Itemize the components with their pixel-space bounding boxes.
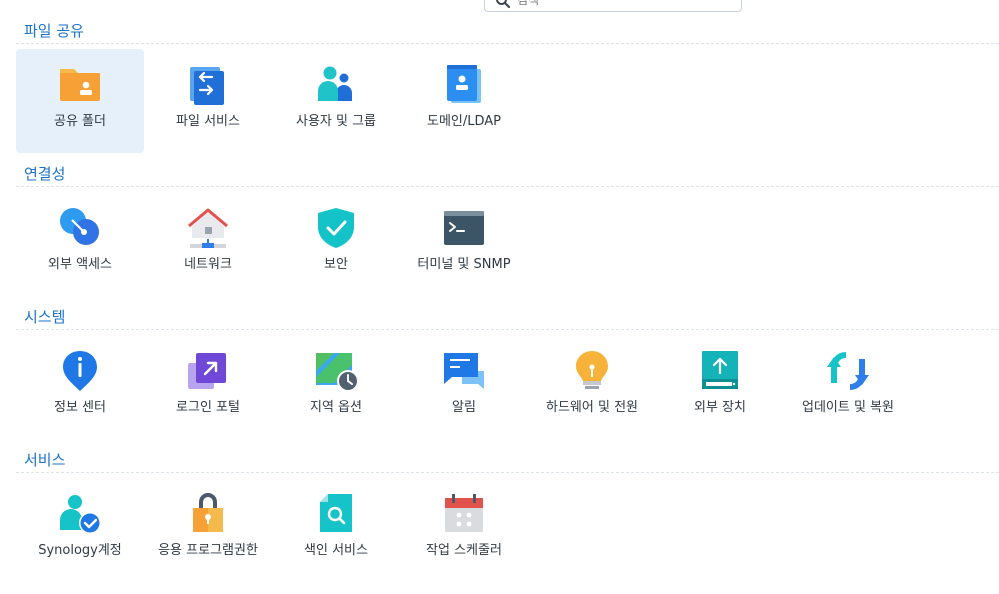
item-info-center[interactable]: 정보 센터 <box>16 335 144 439</box>
item-hardware-power[interactable]: 하드웨어 및 전원 <box>528 335 656 439</box>
item-label: 사용자 및 그룹 <box>295 114 377 129</box>
terminal-icon <box>444 211 484 245</box>
item-synology-account[interactable]: Synology계정 <box>16 478 144 582</box>
item-label: 보안 <box>324 257 348 272</box>
section-title: 파일 공유 <box>24 22 84 40</box>
external-access-icon <box>60 208 99 245</box>
item-security[interactable]: 보안 <box>272 192 400 296</box>
login-portal-icon <box>188 353 226 389</box>
domain-ldap-icon <box>447 65 481 103</box>
item-label: 도메인/LDAP <box>426 114 502 129</box>
item-task-scheduler[interactable]: 작업 스케줄러 <box>400 478 528 582</box>
item-label: 지역 옵션 <box>310 400 362 415</box>
external-devices-icon <box>702 351 738 389</box>
search-input[interactable] <box>517 0 717 11</box>
item-label: 공유 폴더 <box>54 114 106 129</box>
item-external-devices[interactable]: 외부 장치 <box>656 335 784 439</box>
search-box[interactable] <box>484 0 742 12</box>
update-restore-icon <box>827 352 869 390</box>
item-label: 외부 장치 <box>694 400 746 415</box>
item-label: 외부 액세스 <box>48 257 112 272</box>
notification-icon <box>444 353 484 389</box>
item-label: 정보 센터 <box>54 400 106 415</box>
item-label: 하드웨어 및 전원 <box>546 400 638 415</box>
search-icon <box>496 0 511 9</box>
item-label: 파일 서비스 <box>176 114 240 129</box>
item-label: 알림 <box>452 400 476 415</box>
indexing-service-icon <box>320 494 352 532</box>
user-group-icon <box>318 66 352 101</box>
item-shared-folder[interactable]: 공유 폴더 <box>16 49 144 153</box>
item-external-access[interactable]: 외부 액세스 <box>16 192 144 296</box>
synology-account-icon <box>60 495 101 534</box>
shared-folder-icon <box>60 69 100 101</box>
item-network[interactable]: 네트워크 <box>144 192 272 296</box>
item-user-group[interactable]: 사용자 및 그룹 <box>272 49 400 153</box>
item-label: 터미널 및 SNMP <box>417 257 511 272</box>
item-application-privileges[interactable]: 응용 프로그램권한 <box>144 478 272 582</box>
item-label: 색인 서비스 <box>304 543 368 558</box>
item-label: 작업 스케줄러 <box>426 543 502 558</box>
item-terminal-snmp[interactable]: 터미널 및 SNMP <box>400 192 528 296</box>
file-services-icon <box>190 67 224 105</box>
section-divider <box>16 43 999 44</box>
security-shield-icon <box>318 208 354 248</box>
section-title: 연결성 <box>24 165 66 183</box>
item-file-services[interactable]: 파일 서비스 <box>144 49 272 153</box>
regional-options-icon <box>316 353 359 392</box>
item-domain-ldap[interactable]: 도메인/LDAP <box>400 49 528 153</box>
item-regional-options[interactable]: 지역 옵션 <box>272 335 400 439</box>
section-divider <box>16 472 999 473</box>
section-divider <box>16 329 999 330</box>
section-title: 서비스 <box>24 451 66 469</box>
item-login-portal[interactable]: 로그인 포털 <box>144 335 272 439</box>
network-icon <box>188 208 228 248</box>
hardware-power-icon <box>576 351 608 389</box>
section-divider <box>16 186 999 187</box>
item-update-restore[interactable]: 업데이트 및 복원 <box>784 335 912 439</box>
application-privileges-icon <box>193 493 223 532</box>
item-notification[interactable]: 알림 <box>400 335 528 439</box>
item-label: 네트워크 <box>184 257 232 272</box>
section-title: 시스템 <box>24 308 66 326</box>
item-label: Synology계정 <box>38 543 122 558</box>
item-label: 로그인 포털 <box>176 400 240 415</box>
task-scheduler-icon <box>445 494 483 532</box>
item-label: 업데이트 및 복원 <box>802 400 894 415</box>
item-label: 응용 프로그램권한 <box>158 543 258 558</box>
info-center-icon <box>63 351 97 391</box>
item-indexing-service[interactable]: 색인 서비스 <box>272 478 400 582</box>
